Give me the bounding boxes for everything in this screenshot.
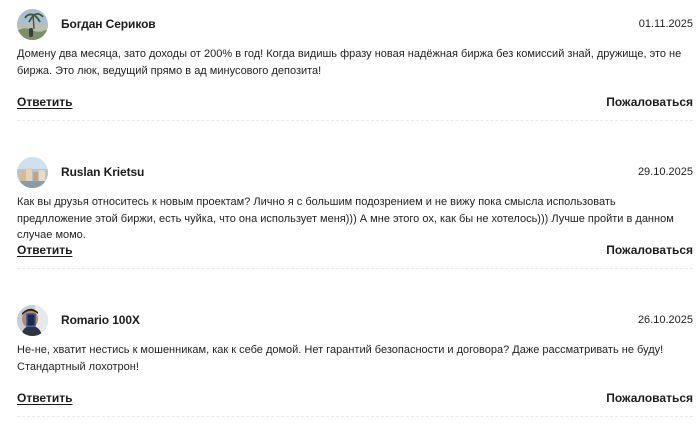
comment-divider (17, 416, 693, 417)
comment-author: Богдан Сериков (61, 17, 156, 31)
comment-header: Ruslan Krietsu 29.10.2025 (17, 157, 693, 189)
comment-divider (17, 120, 693, 121)
comment-actions: Ответить Пожаловаться (17, 243, 693, 259)
comment-author: Romario 100X (61, 313, 140, 327)
reply-button[interactable]: Ответить (17, 391, 72, 405)
comments-list: Богдан Сериков 01.11.2025 Домену два мес… (0, 0, 700, 447)
comment-actions: Ответить Пожаловаться (17, 95, 693, 111)
comment-date: 29.10.2025 (637, 166, 693, 178)
report-button[interactable]: Пожаловаться (606, 391, 693, 405)
comment-item: Romario 100X 26.10.2025 Не-не, хватит не… (17, 305, 693, 425)
comment-item: Ruslan Krietsu 29.10.2025 Как вы друзья … (17, 157, 693, 277)
report-button[interactable]: Пожаловаться (606, 95, 693, 109)
avatar[interactable] (17, 9, 48, 40)
comment-text: Как вы друзья относитесь к новым проекта… (17, 196, 674, 241)
comment-divider (17, 268, 693, 269)
comment-text: Не-не, хватит нестись к мошенникам, как … (17, 344, 664, 373)
comment-date: 26.10.2025 (637, 314, 693, 326)
comment-item: Богдан Сериков 01.11.2025 Домену два мес… (17, 9, 693, 129)
avatar[interactable] (17, 305, 48, 336)
comment-author: Ruslan Krietsu (61, 165, 145, 179)
comment-actions: Ответить Пожаловаться (17, 391, 693, 407)
reply-button[interactable]: Ответить (17, 95, 72, 109)
comment-header: Богдан Сериков 01.11.2025 (17, 9, 693, 41)
comment-text: Домену два месяца, зато доходы от 200% в… (17, 48, 682, 77)
comment-date: 01.11.2025 (638, 18, 693, 30)
reply-button[interactable]: Ответить (17, 243, 72, 257)
comment-header: Romario 100X 26.10.2025 (17, 305, 693, 337)
report-button[interactable]: Пожаловаться (606, 243, 693, 257)
avatar[interactable] (17, 157, 48, 188)
